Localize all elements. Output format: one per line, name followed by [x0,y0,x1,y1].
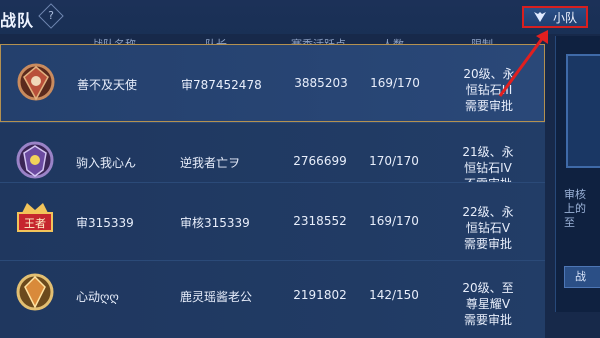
captain-name: 逆我者亡ヲ [180,156,241,170]
table-row[interactable]: 心动ღღ 鹿灵瑶酱老公 2191802 142/150 20级、至尊星耀V 需要… [0,260,545,338]
team-name: 审315339 [76,216,134,230]
season-points: 2766699 [293,154,347,168]
limit-level: 22级、永恒钻石V [462,205,514,235]
captain-name: 鹿灵瑶酱老公 [180,290,253,304]
limit-level: 21级、永恒钻石IV [462,145,514,175]
side-panel: 审核 上的 至 战 [555,36,600,312]
king-crown-icon: 王者 [17,203,53,232]
side-panel-text-3: 至 [564,216,575,229]
season-points: 2191802 [293,288,347,302]
team-name: 善不及天使 [77,78,138,92]
squad-button[interactable]: 小队 [522,6,588,28]
limit-level: 20级、至尊星耀V [462,281,514,311]
table-row[interactable]: 善不及天使 审787452478 3885203 169/170 20级、永恒钻… [0,44,545,122]
limit-approval: 需要审批 [463,313,512,327]
captain-name: 审787452478 [181,78,262,92]
table-row[interactable]: 王者 审315339 审核315339 2318552 169/170 22级、… [0,182,545,260]
bronze-crest-icon [17,63,55,101]
limit-text: 20级、至尊星耀V 需要审批 [460,280,517,328]
squad-button-label: 小队 [552,10,577,25]
side-panel-frame [566,54,600,168]
purple-shield-icon [16,141,54,179]
season-points: 2318552 [293,214,347,228]
limit-approval: 需要审批 [463,237,512,251]
member-count: 169/170 [369,214,419,228]
member-count: 142/150 [369,288,419,302]
limit-text: 22级、永恒钻石V 需要审批 [460,204,517,252]
page-title: 战队 [0,11,35,30]
limit-approval: 需要审批 [464,99,513,113]
question-icon: ? [48,9,54,22]
member-count: 169/170 [370,76,420,90]
squad-icon [533,12,546,22]
captain-name: 审核315339 [180,216,250,230]
top-bar [0,0,600,34]
limit-level: 20级、永恒钻石III [463,67,515,97]
team-name: 心动ღღ [76,290,119,304]
limit-text: 20级、永恒钻石III 需要审批 [462,66,517,114]
member-count: 170/170 [369,154,419,168]
gold-crest-icon [16,273,54,311]
side-panel-button[interactable]: 战 [564,266,600,288]
svg-text:王者: 王者 [24,217,46,230]
team-name: 驹入我心ん [76,156,137,170]
season-points: 3885203 [294,76,348,90]
